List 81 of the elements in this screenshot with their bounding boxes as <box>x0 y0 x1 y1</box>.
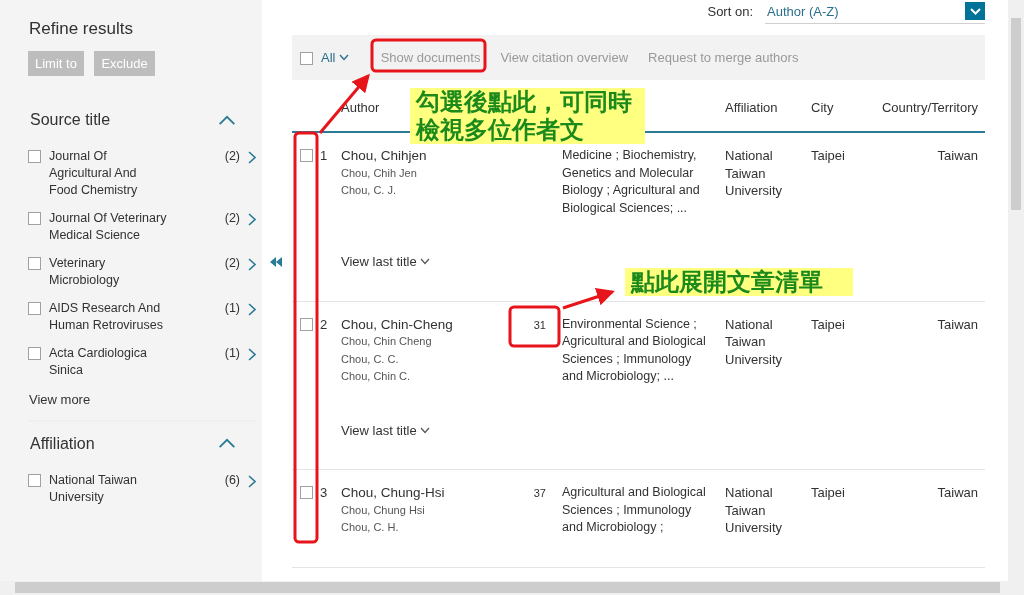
chevron-right-icon[interactable] <box>248 258 256 271</box>
document-count-link[interactable]: 37 <box>533 487 546 499</box>
section-heading: Affiliation <box>30 433 95 454</box>
sort-dropdown[interactable]: Author (A-Z) <box>765 2 985 24</box>
name-variant: Chou, Chin C. <box>341 369 412 384</box>
horizontal-scrollbar[interactable] <box>0 581 1024 595</box>
name-variant: Chou, C. J. <box>341 183 398 198</box>
checkbox[interactable] <box>28 347 41 360</box>
document-count-link[interactable]: 31 <box>533 318 546 331</box>
chevron-down-icon <box>338 54 349 61</box>
callout-note: 點此展開文章清單 <box>625 268 853 296</box>
country-cell: Taiwan <box>937 148 978 163</box>
subject-areas: Environmental Science ; Agricultural and Biological Sciences ; Immunology and Microbiology; ... <box>562 315 714 386</box>
section-heading: Source title <box>30 110 111 130</box>
facet-count: (2) <box>224 210 240 227</box>
name-variant: Chou, Chung Hsi <box>341 502 426 518</box>
facet-count: (1) <box>224 345 240 362</box>
facet-count: (1) <box>224 300 240 317</box>
highlight-frame <box>508 305 561 348</box>
chevron-right-icon[interactable] <box>248 303 256 316</box>
facet-label: Journal Of Veterinary Medical Science <box>49 210 167 244</box>
name-variant: Chou, Chin Cheng <box>341 334 433 349</box>
country-cell: Taiwan <box>937 485 978 500</box>
chevron-down-icon <box>969 7 981 15</box>
facet-count: (2) <box>224 148 240 165</box>
country-cell: Taiwan <box>937 316 978 332</box>
checkbox[interactable] <box>28 150 41 163</box>
facet-label: Journal Of Agricultural And Food Chemistry <box>49 148 139 199</box>
view-last-title-link[interactable]: View last title <box>341 253 430 271</box>
checkbox[interactable] <box>28 302 41 315</box>
row-checkbox[interactable] <box>300 486 313 499</box>
author-name-link[interactable]: Chou, Chihjen <box>341 147 506 165</box>
row-number: 3 <box>320 485 328 500</box>
view-more-link[interactable]: View more <box>29 390 262 410</box>
subject-areas: Agricultural and Biological Sciences ; Immunology and Microbiology ; <box>562 484 714 537</box>
subject-areas: Medicine ; Biochemistry, Genetics and Molecular Biology ; Agricultural and Biological Sciences; ... <box>562 147 714 217</box>
name-variant: Chou, C. C. <box>341 351 400 367</box>
chevron-right-icon[interactable] <box>248 348 256 361</box>
chevron-down-icon <box>419 258 430 266</box>
select-all-checkbox[interactable] <box>300 52 313 65</box>
column-header: Affiliation <box>725 98 779 117</box>
row-checkbox[interactable] <box>300 317 313 331</box>
column-header: City <box>811 98 835 117</box>
facet-count: (2) <box>224 255 240 272</box>
column-header: Country/Territory <box>880 98 978 117</box>
affiliation-cell: National Taiwan University <box>725 148 783 198</box>
chevron-right-icon[interactable] <box>248 213 256 226</box>
arrow <box>562 288 615 310</box>
collapse-icon[interactable] <box>270 257 282 267</box>
facet-count: (6) <box>224 471 240 489</box>
callout-note: 勾選後點此，可同時檢視多位作者文 <box>410 88 645 144</box>
city-cell: Taipei <box>811 316 845 332</box>
affiliation-cell: National Taiwan University <box>725 485 783 535</box>
row-number: 1 <box>320 148 328 163</box>
facet-label: Acta Cardiologica Sinica <box>49 345 148 379</box>
chevron-right-icon[interactable] <box>248 151 256 164</box>
facet-label: AIDS Research And Human Retroviruses <box>49 300 164 334</box>
checkbox[interactable] <box>28 473 41 487</box>
facet-label: National Taiwan University <box>49 471 139 506</box>
name-variant: Chou, Chih Jen <box>341 165 418 181</box>
chevron-up-icon[interactable] <box>218 114 236 126</box>
facet-label: Veterinary Microbiology <box>49 255 121 289</box>
sidebar-title: Refine results <box>29 18 134 40</box>
affiliation-cell: National Taiwan University <box>725 316 783 367</box>
row-checkbox[interactable] <box>300 149 313 162</box>
chevron-up-icon[interactable] <box>218 438 236 449</box>
author-name-link[interactable]: Chou, Chung-Hsi <box>341 484 506 502</box>
chevron-down-icon <box>419 426 430 434</box>
name-variant: Chou, C. H. <box>341 520 400 535</box>
city-cell: Taipei <box>811 485 845 500</box>
chevron-right-icon[interactable] <box>248 474 256 488</box>
column-header: Author <box>341 99 380 115</box>
checkbox[interactable] <box>28 212 41 225</box>
author-name-link[interactable]: Chou, Chin-Cheng <box>341 315 506 333</box>
checkbox[interactable] <box>28 257 41 270</box>
sort-label: Sort on: <box>707 3 753 21</box>
view-last-title-link[interactable]: View last title <box>341 421 430 439</box>
city-cell: Taipei <box>811 148 845 163</box>
select-all-dropdown[interactable]: All <box>321 47 349 68</box>
row-number: 2 <box>320 316 328 332</box>
vertical-scrollbar[interactable] <box>1008 0 1024 581</box>
